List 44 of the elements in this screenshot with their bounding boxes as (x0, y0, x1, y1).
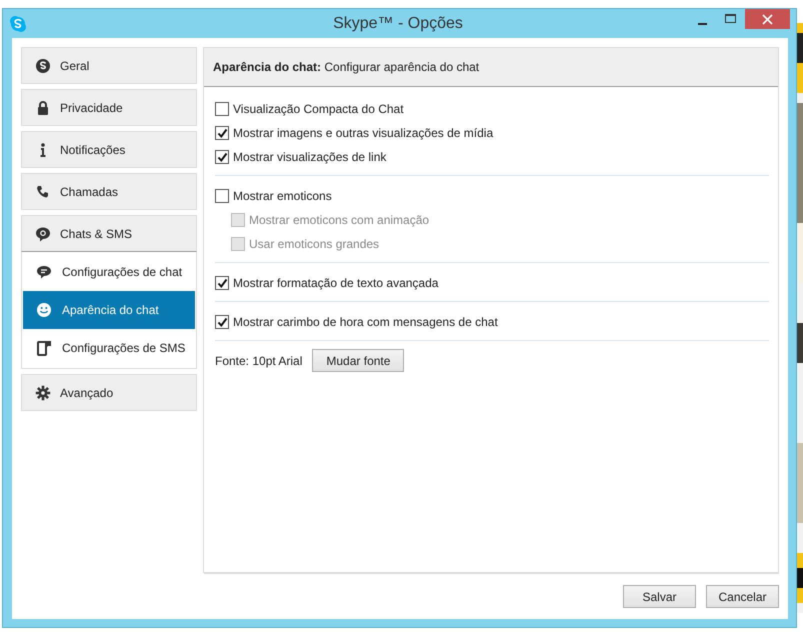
font-label: Fonte: 10pt Arial (215, 354, 302, 368)
phone-icon (35, 184, 51, 200)
checkbox-option[interactable]: Mostrar imagens e outras visualizações de mídia (215, 121, 769, 145)
skype-icon (35, 58, 51, 74)
save-button[interactable]: Salvar (623, 585, 696, 608)
sidebar-item[interactable]: Privacidade (21, 89, 197, 126)
checkbox-option[interactable]: Mostrar emoticons (215, 184, 769, 208)
checkbox[interactable] (215, 315, 229, 329)
sidebar-item[interactable]: Avançado (21, 374, 197, 411)
cancel-button[interactable]: Cancelar (706, 585, 779, 608)
sidebar-subitem[interactable]: Aparência do chat (23, 291, 195, 329)
chat-bubble-icon (35, 226, 51, 242)
sidebar-item[interactable]: Geral (21, 47, 197, 84)
skype-logo-icon (9, 15, 27, 33)
sidebar-item[interactable]: Chamadas (21, 173, 197, 210)
check-icon (216, 128, 228, 138)
checkbox[interactable] (215, 276, 229, 290)
minimize-icon (698, 23, 708, 25)
sidebar-subitem[interactable]: Configurações de SMS (23, 329, 195, 367)
checkbox[interactable] (215, 102, 229, 116)
checkbox[interactable] (215, 126, 229, 140)
maximize-icon (725, 14, 736, 24)
chat-bubble-icon (36, 264, 52, 280)
close-icon (762, 14, 773, 24)
checkbox-option[interactable]: Mostrar carimbo de hora com mensagens de chat (215, 310, 769, 334)
check-icon (216, 278, 228, 288)
sidebar-item[interactable]: Notificações (21, 131, 197, 168)
checkbox-option[interactable]: Visualização Compacta do Chat (215, 97, 769, 121)
phone-message-icon (36, 340, 52, 356)
window-title: Skype™ - Opções (332, 15, 463, 33)
checkbox-option[interactable]: Mostrar visualizações de link (215, 145, 769, 169)
panel-title: Aparência do chat: Configurar aparência do chat (213, 60, 480, 74)
change-font-button[interactable]: Mudar fonte (312, 349, 404, 372)
sidebar-subitem[interactable]: Configurações de chat (23, 253, 195, 291)
check-icon (216, 316, 228, 328)
lock-icon (35, 100, 51, 116)
checkbox-option[interactable]: Mostrar formatação de texto avançada (215, 271, 769, 295)
checkbox[interactable] (215, 150, 229, 164)
sidebar-item[interactable]: Chats & SMS (21, 215, 197, 252)
checkbox[interactable] (215, 189, 229, 203)
smiley-icon (36, 302, 52, 318)
check-icon (216, 152, 228, 162)
gear-icon (35, 384, 51, 400)
close-button[interactable] (744, 9, 790, 29)
